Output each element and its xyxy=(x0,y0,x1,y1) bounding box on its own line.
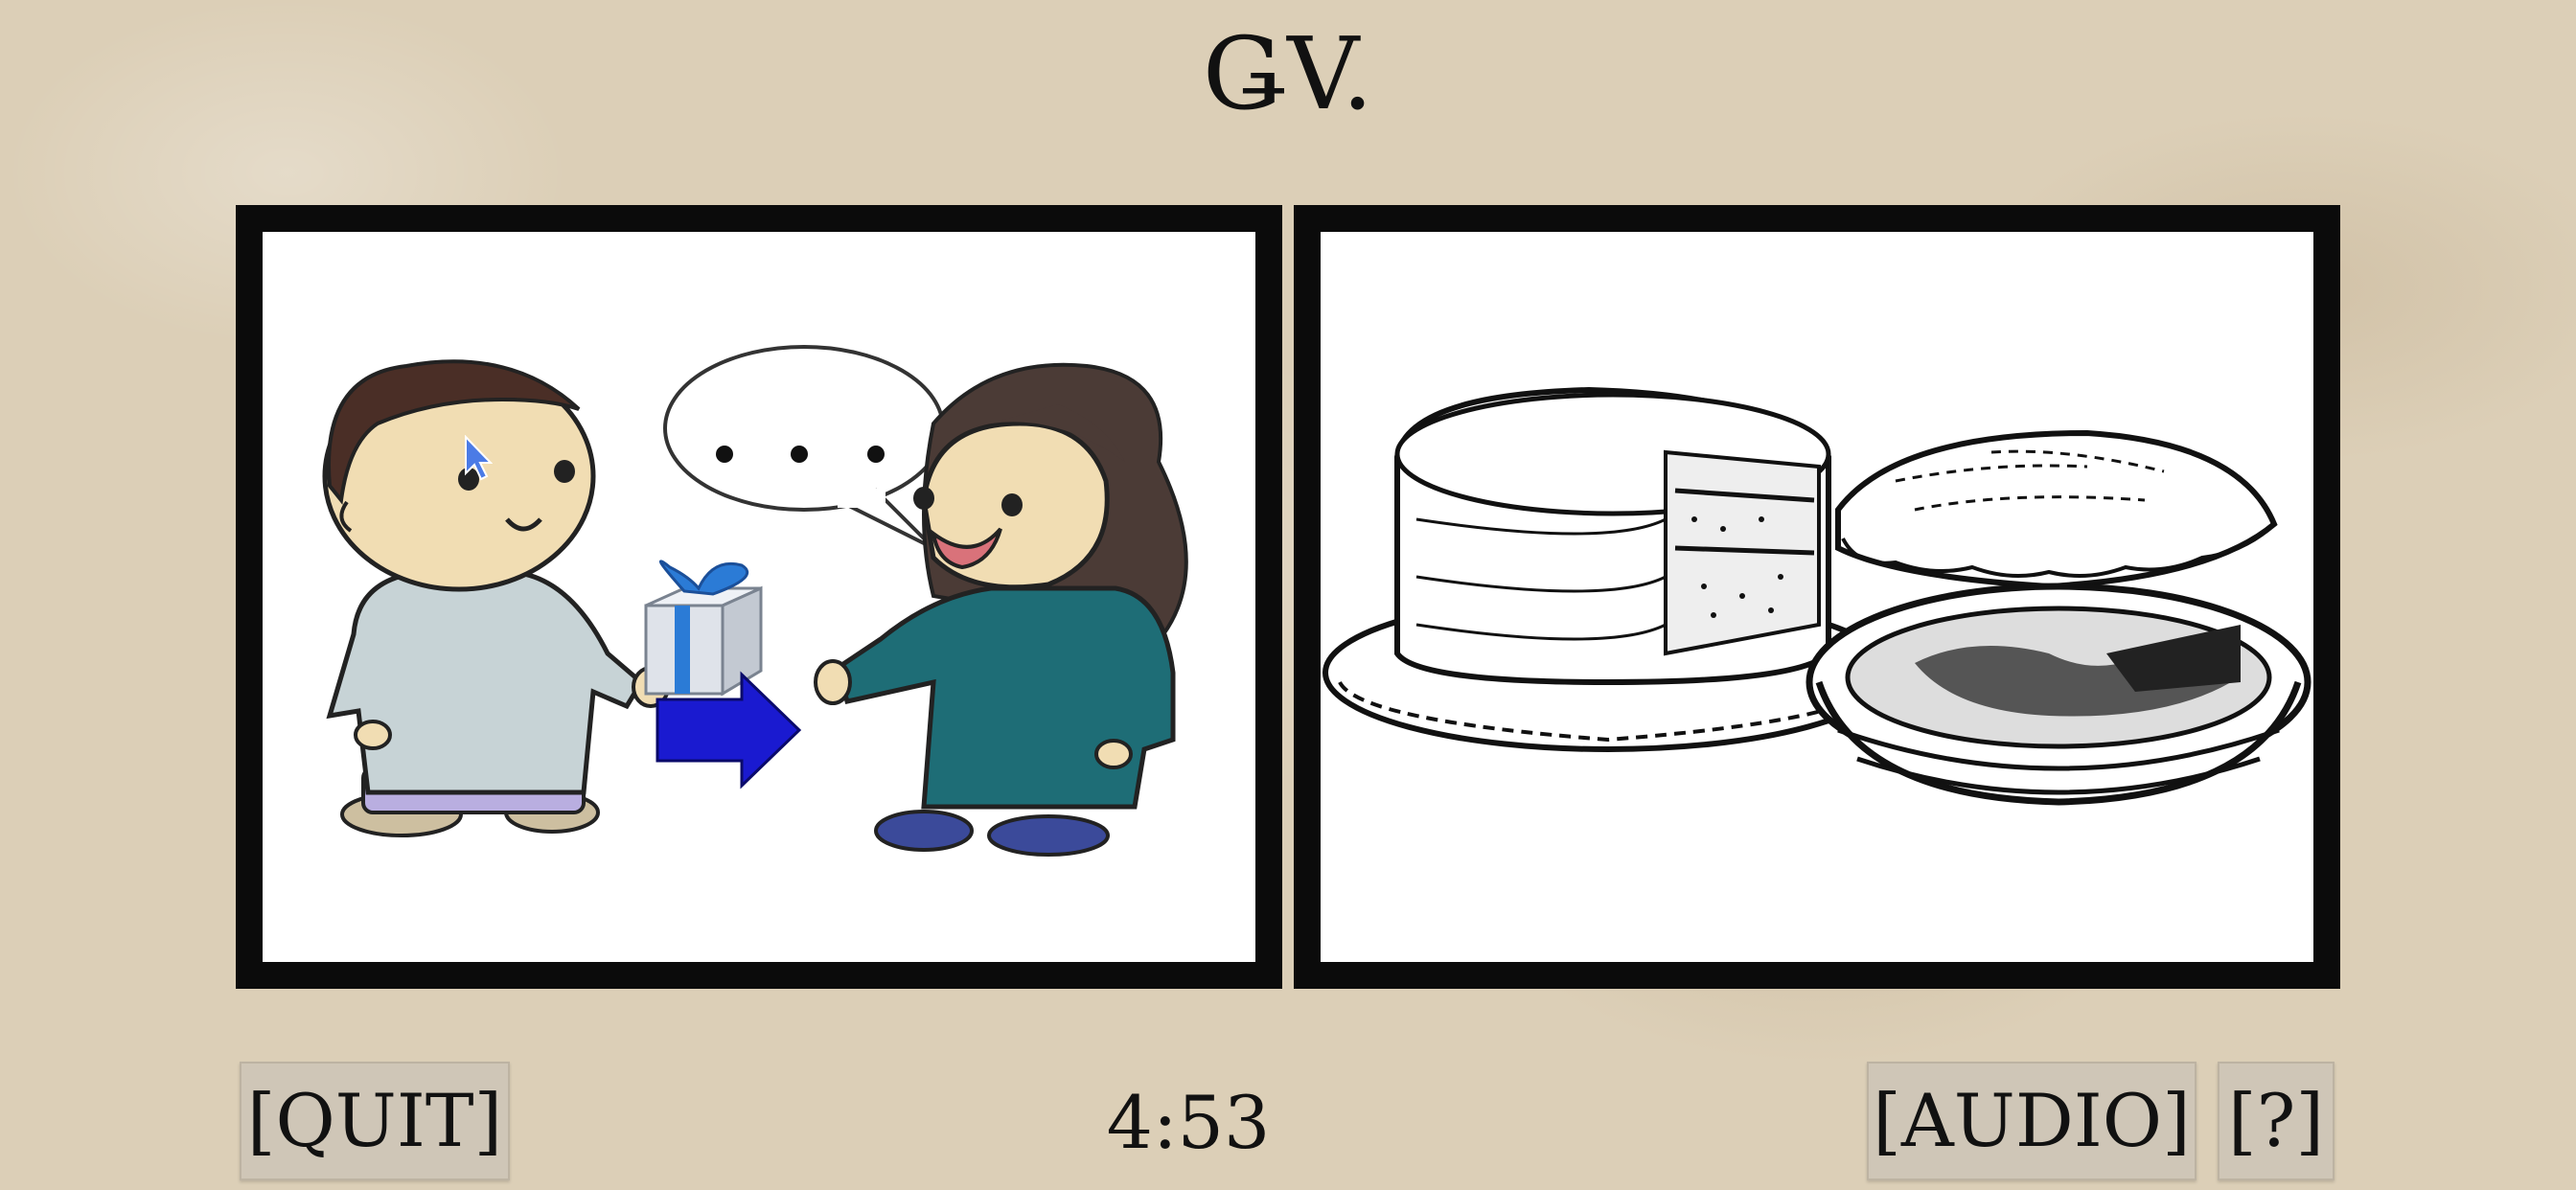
help-button[interactable]: [?] xyxy=(2218,1062,2334,1180)
countdown-timer: 4:53 xyxy=(1106,1080,1271,1165)
cake-pies-illustration xyxy=(1321,232,2313,962)
mouse-cursor-icon xyxy=(464,434,494,485)
page-title: ǤV. xyxy=(1202,15,1374,132)
cake-icon xyxy=(1322,386,1894,752)
picture-panel-right[interactable] xyxy=(1294,205,2340,989)
gift-illustration xyxy=(263,232,1255,962)
picture-panel-left[interactable] xyxy=(236,205,1282,989)
audio-button[interactable]: [AUDIO] xyxy=(1867,1062,2196,1180)
pie-icon xyxy=(1835,429,2278,590)
gift-box-icon xyxy=(644,560,763,697)
speech-bubble xyxy=(663,345,945,550)
quit-button[interactable]: [QUIT] xyxy=(240,1062,510,1180)
pie-dish-icon xyxy=(1806,583,2312,806)
boy-figure xyxy=(322,359,670,837)
